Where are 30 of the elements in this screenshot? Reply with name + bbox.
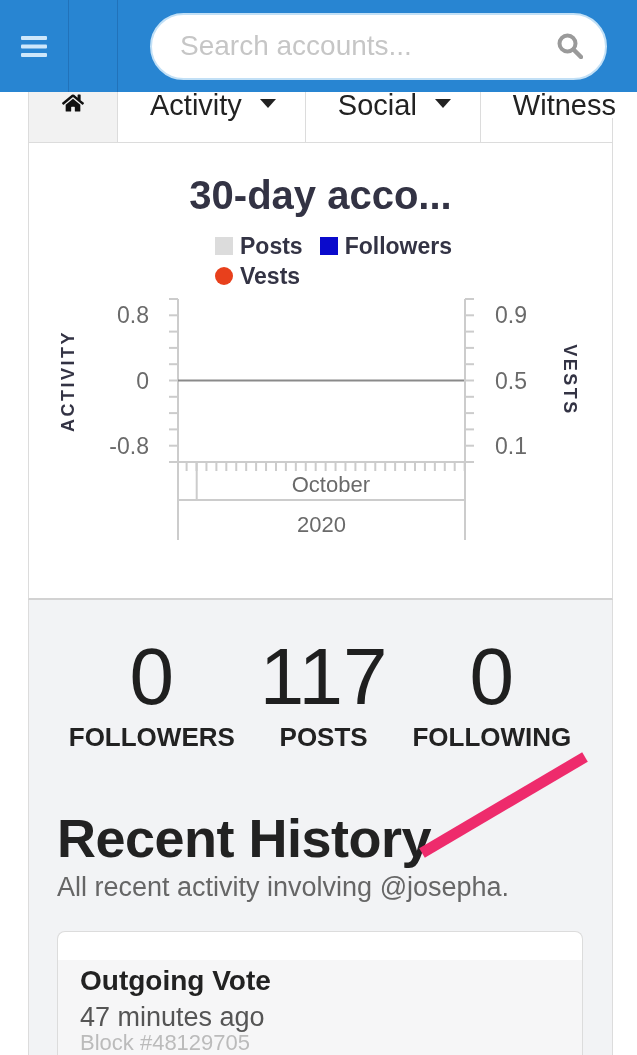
legend-label: Followers bbox=[344, 232, 452, 260]
legend-label: Posts bbox=[240, 232, 303, 260]
search-field[interactable]: Search accounts... bbox=[150, 12, 607, 80]
axis-tick-label: 0 bbox=[136, 367, 149, 394]
axis-title: ACTIVITY bbox=[58, 330, 78, 432]
axis-tick-label: -0.8 bbox=[109, 432, 149, 459]
axis-tick-label: 2020 bbox=[297, 512, 346, 537]
section-subtitle: All recent activity involving @josepha. bbox=[57, 872, 510, 902]
home-icon bbox=[62, 92, 84, 114]
stat-label: FOLLOWERS bbox=[68, 722, 235, 752]
stat-value: 117 bbox=[259, 637, 388, 717]
axis-title: VESTS bbox=[560, 344, 580, 416]
block-number: Block #48129705 bbox=[80, 1032, 251, 1054]
section-heading: Recent History bbox=[57, 808, 432, 868]
axis-tick-label: 0.8 bbox=[117, 302, 149, 329]
axis-tick-label: October bbox=[291, 472, 370, 497]
activity-title: Outgoing Vote bbox=[80, 966, 271, 996]
axis-tick-label: 0.5 bbox=[495, 367, 527, 394]
menu-icon bbox=[21, 35, 48, 57]
activity-time: 47 minutes ago bbox=[80, 1002, 265, 1032]
stat-label: POSTS bbox=[279, 722, 368, 752]
axis-tick-label: 0.1 bbox=[495, 432, 527, 459]
legend-label: Vests bbox=[240, 262, 301, 290]
stat-label: FOLLOWING bbox=[412, 722, 572, 752]
chart-title: 30-day acco... bbox=[188, 172, 453, 219]
search-icon[interactable] bbox=[557, 33, 583, 59]
stat-value: 0 bbox=[469, 637, 515, 717]
home-tab[interactable] bbox=[29, 92, 118, 142]
axis-tick-label: 0.9 bbox=[495, 302, 527, 329]
stat-value: 0 bbox=[129, 637, 175, 717]
